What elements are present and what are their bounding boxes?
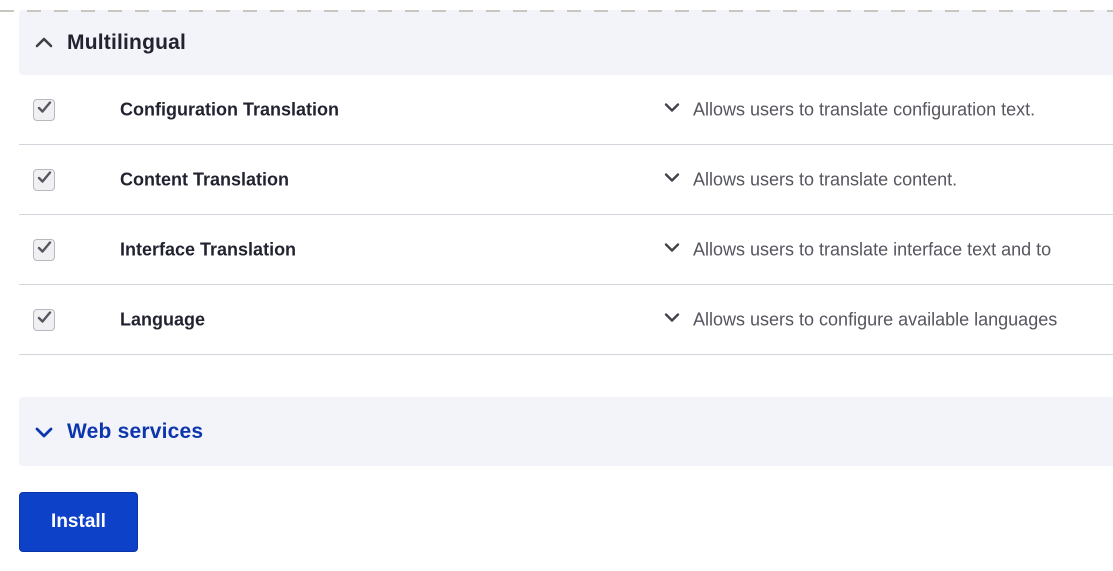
module-row-configuration-translation: Configuration Translation Allows users t… bbox=[19, 75, 1113, 145]
description-toggle[interactable] bbox=[662, 307, 682, 332]
module-checkbox[interactable] bbox=[33, 239, 55, 261]
chevron-up-icon bbox=[33, 32, 55, 54]
description-toggle[interactable] bbox=[662, 237, 682, 262]
section-title-multilingual: Multilingual bbox=[67, 30, 187, 54]
module-row-content-translation: Content Translation Allows users to tran… bbox=[19, 145, 1113, 215]
section-title-web-services: Web services bbox=[67, 419, 204, 443]
module-section-web-services: Web services bbox=[0, 397, 1113, 466]
chevron-down-icon bbox=[662, 97, 682, 122]
module-checkbox[interactable] bbox=[33, 99, 55, 121]
description-toggle[interactable] bbox=[662, 97, 682, 122]
module-checkbox[interactable] bbox=[33, 169, 55, 191]
module-list: Configuration Translation Allows users t… bbox=[19, 75, 1113, 355]
module-row-interface-translation: Interface Translation Allows users to tr… bbox=[19, 215, 1113, 285]
module-section-multilingual: Multilingual Configuration Translation A… bbox=[0, 10, 1113, 355]
chevron-down-icon bbox=[662, 237, 682, 262]
module-description: Allows users to translate interface text… bbox=[693, 239, 1052, 259]
chevron-down-icon bbox=[662, 307, 682, 332]
section-header-web-services[interactable]: Web services bbox=[19, 397, 1113, 466]
section-header-multilingual[interactable]: Multilingual bbox=[19, 10, 1113, 75]
module-name: Interface Translation bbox=[120, 239, 297, 259]
module-name: Language bbox=[120, 309, 206, 329]
check-icon bbox=[37, 101, 52, 119]
module-checkbox[interactable] bbox=[33, 309, 55, 331]
module-description: Allows users to configure available lang… bbox=[693, 309, 1058, 329]
module-name: Configuration Translation bbox=[120, 99, 339, 119]
description-toggle[interactable] bbox=[662, 167, 682, 192]
top-dashed-divider bbox=[0, 10, 1113, 12]
module-description: Allows users to translate configuration … bbox=[693, 99, 1036, 119]
install-button[interactable]: Install bbox=[19, 492, 138, 552]
module-name: Content Translation bbox=[120, 169, 290, 189]
module-description: Allows users to translate content. bbox=[693, 169, 958, 189]
check-icon bbox=[37, 241, 52, 259]
check-icon bbox=[37, 171, 52, 189]
check-icon bbox=[37, 311, 52, 329]
chevron-down-icon bbox=[33, 421, 55, 443]
module-row-language: Language Allows users to configure avail… bbox=[19, 285, 1113, 355]
chevron-down-icon bbox=[662, 167, 682, 192]
